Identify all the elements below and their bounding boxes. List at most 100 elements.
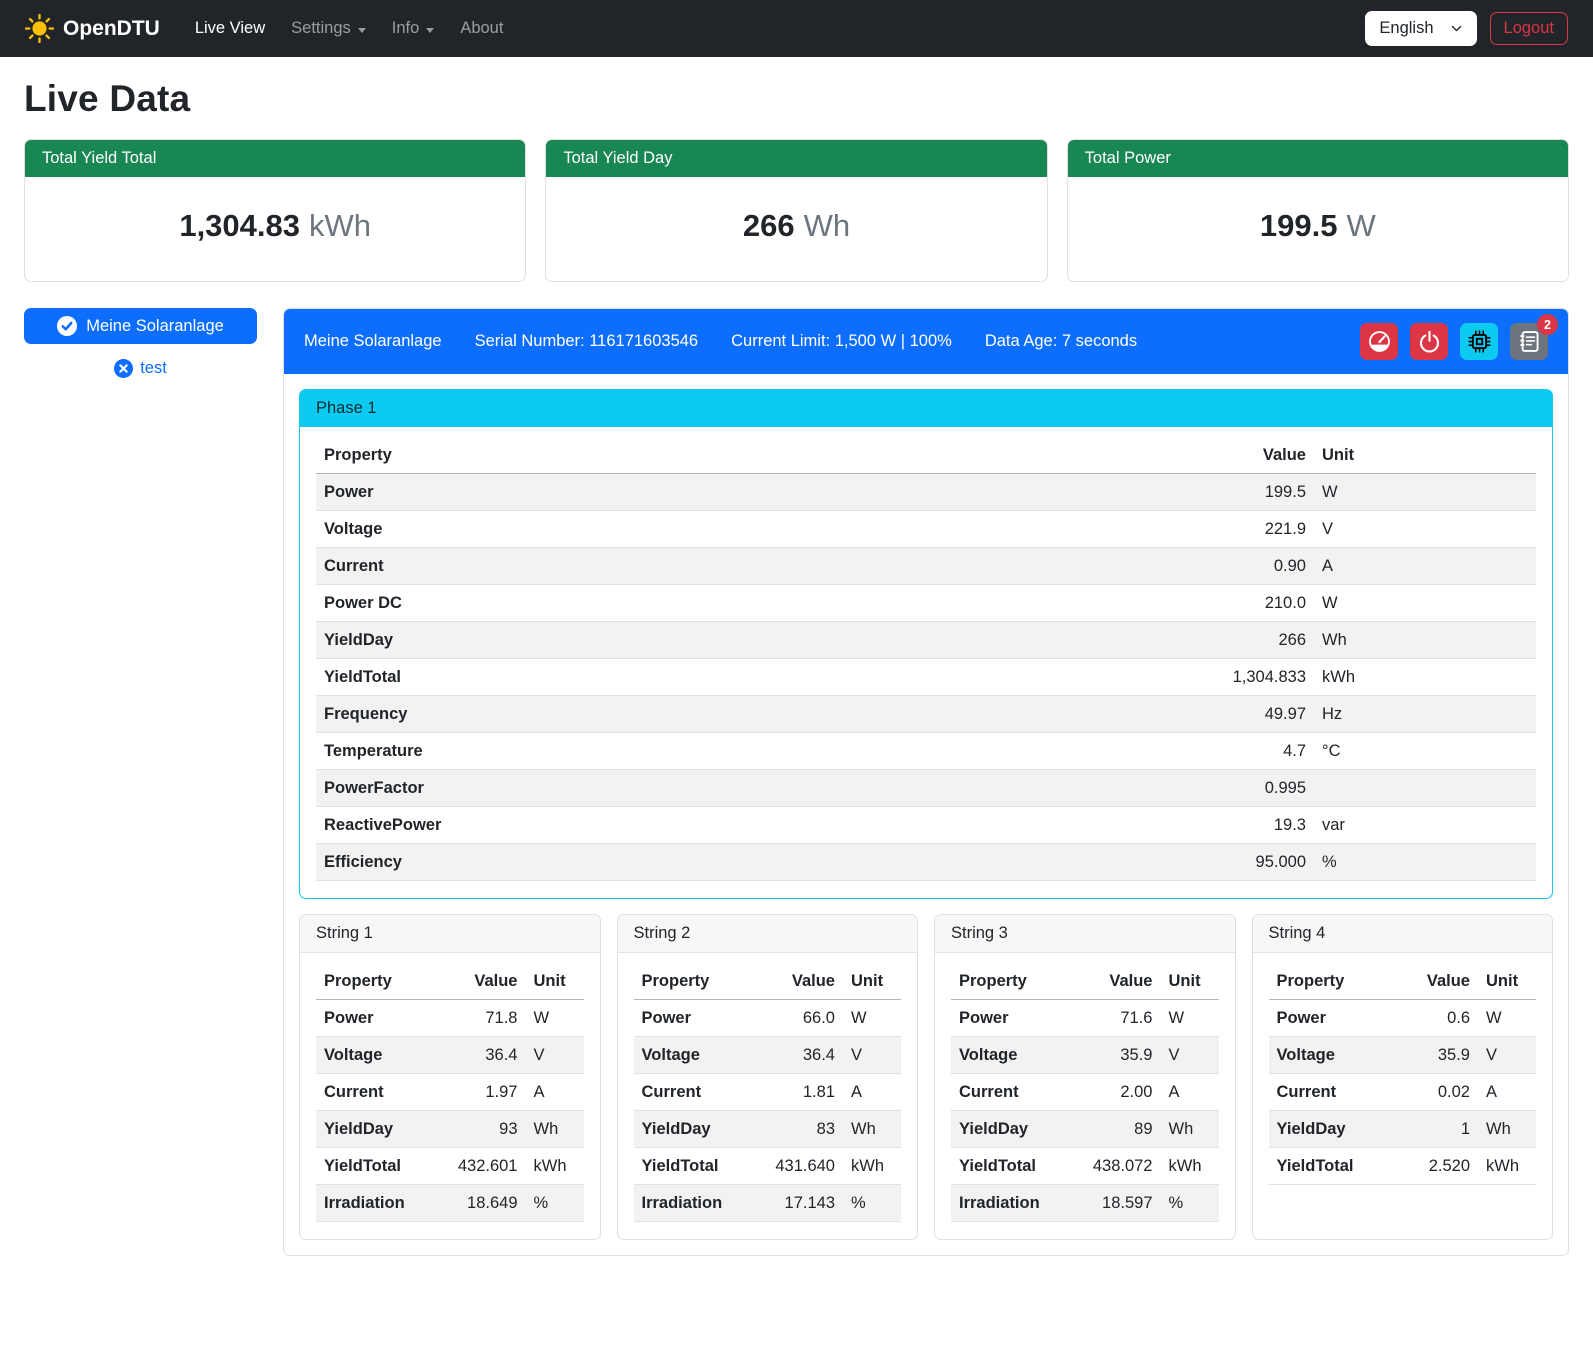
table-cell-unit: °C	[1314, 733, 1536, 770]
table-cell-property: Current	[951, 1074, 1069, 1111]
table-cell-value: 0.6	[1386, 1000, 1478, 1037]
card-total-yield-total-body: 1,304.83kWh	[25, 177, 525, 281]
table-cell-unit: kWh	[1161, 1148, 1219, 1185]
string-4-table: Property Value Unit Power0.6WVoltage35.9…	[1269, 963, 1537, 1185]
table-cell-value: 18.649	[434, 1185, 526, 1222]
table-cell-property: Irradiation	[316, 1185, 434, 1222]
table-cell-value: 17.143	[751, 1185, 843, 1222]
table-header-row: Property Value Unit	[316, 437, 1536, 474]
col-header-unit: Unit	[1478, 963, 1536, 1000]
table-row: YieldTotal2.520kWh	[1269, 1148, 1537, 1185]
string-2-header: String 2	[618, 915, 918, 953]
table-cell-value: 35.9	[1386, 1037, 1478, 1074]
table-cell-property: Power	[316, 474, 1184, 511]
string-4-header: String 4	[1253, 915, 1553, 953]
power-icon	[1418, 330, 1441, 353]
table-cell-unit: Wh	[1478, 1111, 1536, 1148]
col-header-unit: Unit	[843, 963, 901, 1000]
brand[interactable]: OpenDTU	[25, 14, 160, 43]
logout-button[interactable]: Logout	[1490, 12, 1568, 45]
sidebar-item-test[interactable]: test	[24, 359, 257, 378]
table-cell-value: 1.97	[434, 1074, 526, 1111]
table-row: Current1.97A	[316, 1074, 584, 1111]
table-cell-unit: %	[526, 1185, 584, 1222]
nav-links: Live View Settings Info About	[182, 11, 1366, 46]
summary-cards-row: Total Yield Total 1,304.83kWh Total Yiel…	[24, 139, 1569, 282]
language-select[interactable]: English	[1365, 11, 1476, 46]
table-row: Voltage36.4V	[634, 1037, 902, 1074]
table-cell-unit: W	[526, 1000, 584, 1037]
table-header-row: Property Value Unit	[1269, 963, 1537, 1000]
table-row: Voltage36.4V	[316, 1037, 584, 1074]
table-row: YieldTotal438.072kWh	[951, 1148, 1219, 1185]
sidebar-item-test-label: test	[140, 359, 167, 378]
col-header-value: Value	[1184, 437, 1314, 474]
table-cell-unit: kWh	[1314, 659, 1536, 696]
table-row: YieldTotal1,304.833kWh	[316, 659, 1536, 696]
table-row: Power66.0W	[634, 1000, 902, 1037]
col-header-property: Property	[316, 963, 434, 1000]
total-yield-day-value: 266	[743, 208, 795, 243]
table-cell-unit: V	[1478, 1037, 1536, 1074]
col-header-value: Value	[434, 963, 526, 1000]
table-cell-unit: A	[1161, 1074, 1219, 1111]
phase-1-body: Property Value Unit Power199.5WVoltage22…	[300, 427, 1552, 898]
table-cell-value: 266	[1184, 622, 1314, 659]
table-cell-value: 66.0	[751, 1000, 843, 1037]
table-row: Power DC210.0W	[316, 585, 1536, 622]
total-power-unit: W	[1346, 208, 1375, 243]
table-cell-property: YieldDay	[951, 1111, 1069, 1148]
sidebar-item-meine-solaranlage[interactable]: Meine Solaranlage	[24, 308, 257, 344]
table-cell-unit: Wh	[1161, 1111, 1219, 1148]
event-log-button[interactable]: 2	[1510, 323, 1548, 360]
table-cell-unit: V	[1314, 511, 1536, 548]
table-row: YieldTotal431.640kWh	[634, 1148, 902, 1185]
table-cell-unit: A	[1478, 1074, 1536, 1111]
string-3-body: Property Value Unit Power71.6WVoltage35.…	[935, 953, 1235, 1239]
table-cell-unit: kWh	[1478, 1148, 1536, 1185]
table-cell-unit: Hz	[1314, 696, 1536, 733]
total-yield-total-value: 1,304.83	[179, 208, 300, 243]
col-header-value: Value	[1069, 963, 1161, 1000]
power-toggle-button[interactable]	[1410, 323, 1448, 360]
card-total-yield-day-header: Total Yield Day	[546, 140, 1046, 177]
device-info-button[interactable]	[1460, 323, 1498, 360]
nav-about[interactable]: About	[447, 11, 516, 46]
table-cell-unit: %	[843, 1185, 901, 1222]
table-cell-value: 83	[751, 1111, 843, 1148]
table-cell-property: YieldTotal	[634, 1148, 752, 1185]
inverter-sidebar: Meine Solaranlage test	[24, 308, 257, 378]
table-cell-property: Current	[1269, 1074, 1387, 1111]
table-cell-value: 71.6	[1069, 1000, 1161, 1037]
table-row: YieldDay83Wh	[634, 1111, 902, 1148]
col-header-unit: Unit	[1161, 963, 1219, 1000]
nav-info[interactable]: Info	[379, 11, 448, 46]
table-cell-unit: W	[1314, 585, 1536, 622]
nav-settings[interactable]: Settings	[278, 11, 379, 46]
nav-live-view[interactable]: Live View	[182, 11, 278, 46]
table-cell-value: 210.0	[1184, 585, 1314, 622]
table-row: Voltage221.9V	[316, 511, 1536, 548]
phase-1-card: Phase 1 Property Value Unit P	[299, 389, 1553, 899]
table-cell-unit: V	[526, 1037, 584, 1074]
table-cell-unit: %	[1314, 844, 1536, 881]
table-cell-property: Voltage	[316, 511, 1184, 548]
table-cell-property: Irradiation	[951, 1185, 1069, 1222]
limit-settings-button[interactable]	[1360, 323, 1398, 360]
string-3-table: Property Value Unit Power71.6WVoltage35.…	[951, 963, 1219, 1222]
table-cell-property: Voltage	[951, 1037, 1069, 1074]
table-cell-property: YieldTotal	[1269, 1148, 1387, 1185]
table-cell-property: YieldDay	[634, 1111, 752, 1148]
nav-about-label: About	[460, 19, 503, 38]
table-header-row: Property Value Unit	[951, 963, 1219, 1000]
table-cell-value: 2.00	[1069, 1074, 1161, 1111]
inverter-name: Meine Solaranlage	[304, 332, 442, 351]
language-select-value: English	[1379, 19, 1433, 38]
col-header-property: Property	[634, 963, 752, 1000]
card-total-yield-day-body: 266Wh	[546, 177, 1046, 281]
table-cell-unit: W	[1314, 474, 1536, 511]
table-cell-value: 89	[1069, 1111, 1161, 1148]
table-cell-value: 19.3	[1184, 807, 1314, 844]
card-total-yield-day: Total Yield Day 266Wh	[545, 139, 1047, 282]
table-cell-value: 36.4	[751, 1037, 843, 1074]
